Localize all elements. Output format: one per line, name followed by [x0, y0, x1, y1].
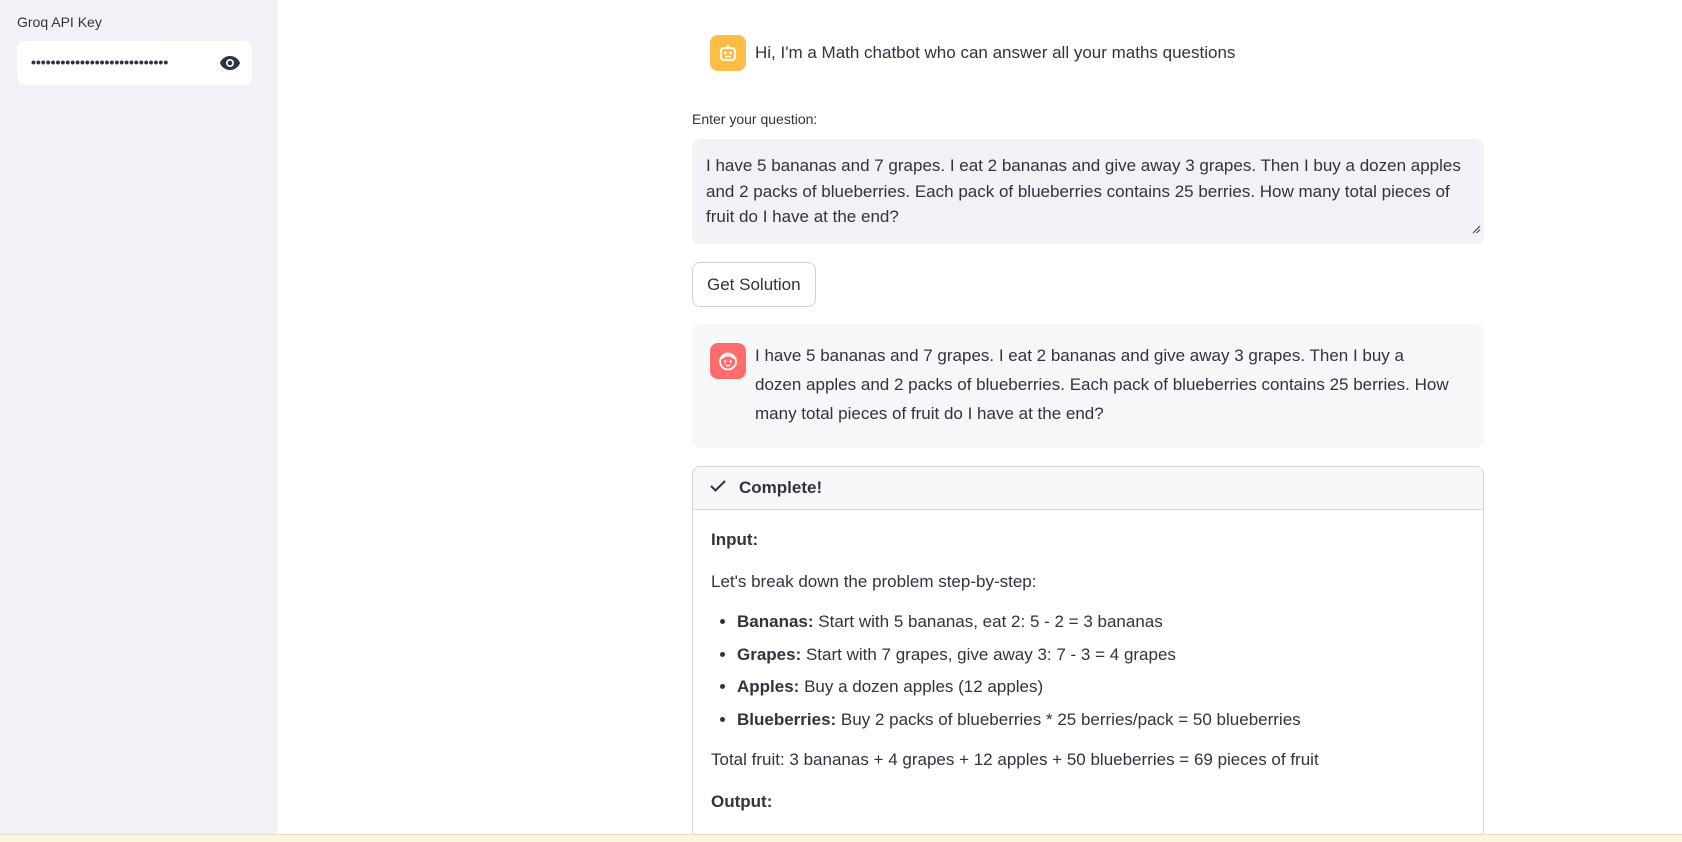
total-text: Total fruit: 3 bananas + 4 grapes + 12 a…: [711, 749, 1319, 769]
sidebar: Groq API Key •••••••••••••••••••••••••••…: [0, 0, 278, 834]
step-text: Start with 7 grapes, give away 3: 7 - 3 …: [801, 644, 1176, 664]
step-name: Apples:: [737, 677, 800, 696]
bot-greeting-text: Hi, I'm a Math chatbot who can answer al…: [755, 43, 1236, 62]
status-body: Input: Let's break down the problem step…: [693, 510, 1483, 842]
eye-icon[interactable]: [217, 53, 243, 73]
user-message: I have 5 bananas and 7 grapes. I eat 2 b…: [692, 324, 1484, 448]
input-label: Input:: [711, 530, 759, 549]
get-solution-button[interactable]: Get Solution: [692, 262, 816, 307]
step-text: Buy a dozen apples (12 apples): [799, 677, 1044, 696]
status-header[interactable]: Complete!: [693, 467, 1483, 510]
steps-list: Bananas: Start with 5 bananas, eat 2: 5 …: [711, 612, 1465, 730]
user-message-text: I have 5 bananas and 7 grapes. I eat 2 b…: [755, 346, 1449, 423]
status-title: Complete!: [739, 478, 823, 497]
step-text: Buy 2 packs of blueberries * 25 berries/…: [836, 709, 1301, 729]
api-key-value: ••••••••••••••••••••••••••••: [31, 54, 169, 70]
intro-text: Let's break down the problem step-by-ste…: [711, 572, 1037, 591]
step-text: Start with 5 bananas, eat 2: 5 - 2 = 3 b…: [813, 612, 1163, 631]
user-face-icon: [710, 343, 746, 379]
list-item: Apples: Buy a dozen apples (12 apples): [737, 677, 1465, 697]
bottom-bar: [0, 834, 1682, 842]
step-name: Blueberries:: [737, 709, 837, 729]
list-item: Bananas: Start with 5 bananas, eat 2: 5 …: [737, 612, 1465, 632]
resize-handle-icon[interactable]: [1472, 216, 1481, 242]
api-key-label: Groq API Key: [17, 14, 102, 30]
step-name: Bananas:: [737, 612, 814, 631]
status-expander: Complete! Input: Let's break down the pr…: [692, 466, 1484, 842]
output-label: Output:: [711, 791, 773, 811]
question-textarea[interactable]: I have 5 bananas and 7 grapes. I eat 2 b…: [692, 139, 1484, 244]
bot-message: Hi, I'm a Math chatbot who can answer al…: [710, 35, 1235, 71]
api-key-input[interactable]: ••••••••••••••••••••••••••••: [17, 41, 252, 85]
step-name: Grapes:: [737, 644, 802, 664]
list-item: Blueberries: Buy 2 packs of blueberries …: [737, 710, 1465, 730]
check-icon: [709, 479, 727, 498]
question-label: Enter your question:: [692, 111, 818, 127]
question-text: I have 5 bananas and 7 grapes. I eat 2 b…: [706, 156, 1461, 226]
robot-icon: [710, 35, 746, 71]
list-item: Grapes: Start with 7 grapes, give away 3…: [737, 645, 1465, 665]
